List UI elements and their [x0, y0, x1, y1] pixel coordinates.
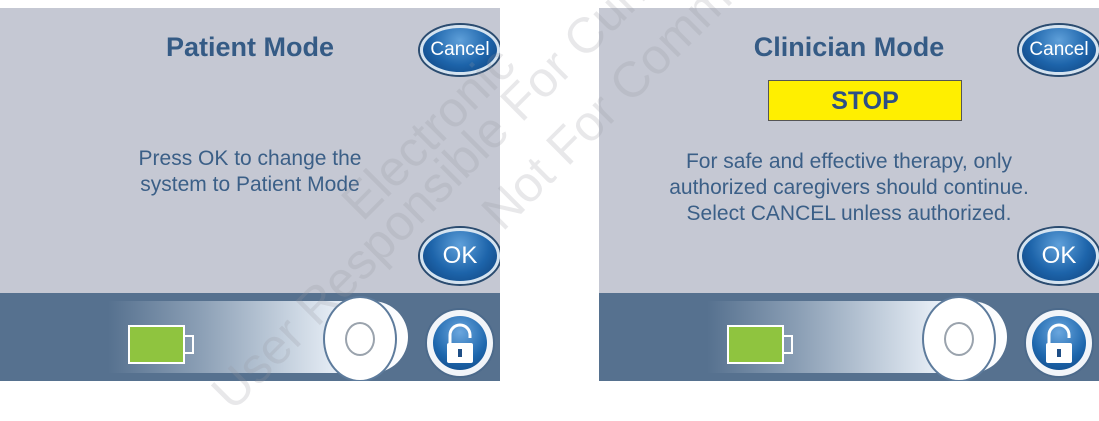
message-line: Select CANCEL unless authorized. — [686, 202, 1012, 225]
stop-banner: STOP — [768, 80, 962, 121]
battery-tip-icon — [783, 335, 793, 354]
lock-icon — [433, 316, 487, 370]
cancel-button[interactable]: Cancel — [1019, 25, 1099, 75]
knob-ring — [345, 322, 375, 356]
ok-button[interactable]: OK — [420, 228, 500, 284]
ok-button[interactable]: OK — [1019, 228, 1099, 284]
knob-ring — [944, 322, 974, 356]
warning-message: For safe and effective therapy, only aut… — [599, 149, 1099, 227]
battery-icon — [128, 325, 185, 364]
lock-icon — [1032, 316, 1086, 370]
message-line: authorized caregivers should continue. — [669, 176, 1029, 199]
battery-icon — [727, 325, 784, 364]
lock-button[interactable] — [425, 308, 495, 378]
message-line: For safe and effective therapy, only — [685, 150, 1013, 173]
battery-tip-icon — [184, 335, 194, 354]
lock-button[interactable] — [1024, 308, 1094, 378]
slider-knob[interactable] — [922, 296, 996, 381]
